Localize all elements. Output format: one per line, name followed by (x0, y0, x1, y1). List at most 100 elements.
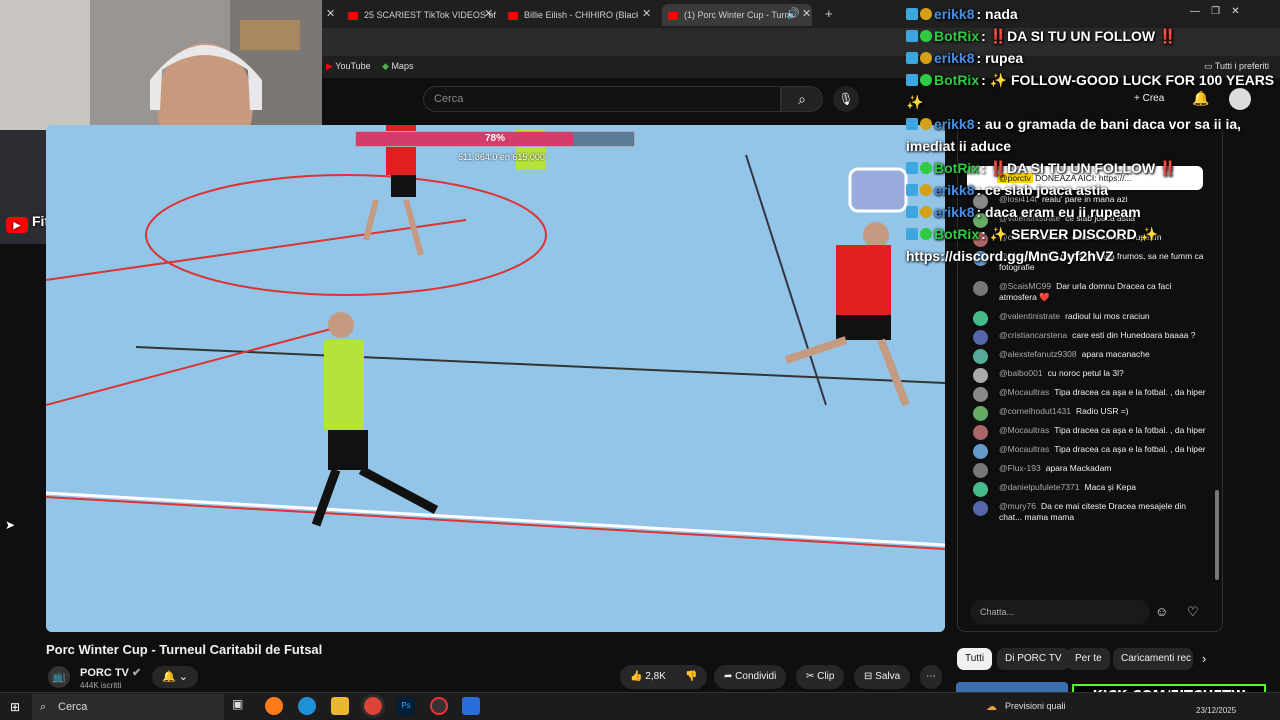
share-label: Condividi (735, 671, 777, 682)
chat-input[interactable]: Chatta... (970, 600, 1150, 624)
close-tab-icon[interactable]: ✕ (642, 4, 651, 24)
channel-name[interactable]: PORC TV ✔ (80, 666, 141, 679)
subscription-bell-button[interactable]: 🔔 ⌄ (152, 666, 198, 688)
firefox-icon[interactable] (265, 697, 283, 715)
kick-badge-icon (906, 206, 918, 218)
overlay-text: : nada (976, 6, 1018, 22)
chat-avatar[interactable] (973, 463, 988, 478)
more-actions-button[interactable]: ⋯ (920, 665, 942, 689)
clip-button[interactable]: ✂ Clip (796, 665, 845, 689)
tab-label: 25 SCARIEST TikTok VIDEOS of (364, 10, 496, 20)
chat-message: @alexstefanutz9308 apara macanache (967, 345, 1207, 364)
chat-username[interactable]: @Mocaultras (999, 387, 1049, 397)
recommended-thumbnail[interactable] (956, 682, 1068, 692)
chat-avatar[interactable] (973, 311, 988, 326)
app-icon[interactable] (462, 697, 480, 715)
chip-porc-tv[interactable]: Di PORC TV (997, 648, 1070, 670)
chat-avatar[interactable] (973, 482, 988, 497)
chat-message: @ScaisMC99 Dar urla domnu Dracea ca faci … (967, 277, 1207, 307)
chat-message: @balbo001 cu noroc petul la 3l? (967, 364, 1207, 383)
chat-avatar[interactable] (973, 387, 988, 402)
taskbar-search[interactable]: ⌕ Cerca (32, 694, 224, 720)
stream-chat-overlay: erikk8: nada BotRix: ‼️DA SI TU UN FOLLOW… (906, 3, 1276, 267)
overlay-username: erikk8 (934, 6, 975, 22)
overlay-username: BotRix (934, 226, 980, 242)
youtube-favicon-icon (668, 11, 678, 20)
tv-icon: 📺 (52, 671, 66, 683)
youtube-favicon-icon (508, 11, 518, 20)
video-title: Porc Winter Cup - Turneul Caritabil de F… (46, 642, 323, 657)
chat-message: @danielpufulete7371 Maca şi Kepa (967, 478, 1207, 497)
tab-scariest-tiktok[interactable]: 25 SCARIEST TikTok VIDEOS of (348, 4, 498, 26)
overlay-text: : rupea (976, 50, 1024, 66)
chip-recent-uploads[interactable]: Caricamenti rec (1113, 648, 1193, 670)
chip-all[interactable]: Tutti (957, 648, 993, 670)
chip-for-you[interactable]: Per te (1067, 648, 1110, 670)
emoji-icon[interactable]: ☺ (1155, 604, 1168, 619)
kick-badge-icon (906, 228, 918, 240)
overlay-chat-line: BotRix: ‼️DA SI TU UN FOLLOW ‼️ (906, 157, 1276, 179)
heart-icon[interactable]: ♡ (1187, 604, 1199, 620)
chat-scrollbar[interactable] (1215, 490, 1219, 580)
bookmark-youtube[interactable]: ▶ YouTube (326, 61, 371, 72)
clip-label: Clip (817, 671, 835, 682)
chat-username[interactable]: @balbo001 (999, 368, 1043, 378)
verified-icon: ✔ (131, 667, 142, 679)
speaker-icon[interactable]: 🔊 (786, 4, 800, 24)
chat-username[interactable]: @alexstefanutz9308 (999, 349, 1077, 359)
new-tab-button[interactable]: + (825, 4, 833, 24)
chat-username[interactable]: @cornelhodut1431 (999, 406, 1071, 416)
file-explorer-icon[interactable] (331, 697, 349, 715)
tray-weather-text[interactable]: Previsioni quali (1005, 701, 1066, 711)
tab-billie-eilish[interactable]: Billie Eilish - CHIHIRO (Black Co (508, 4, 638, 26)
like-button[interactable]: 👍 2,8K (620, 665, 676, 689)
chat-username[interactable]: @danielpufulete7371 (999, 482, 1079, 492)
chat-text: radioul lui mos craciun (1065, 311, 1150, 321)
chat-username[interactable]: @cristiancarstena (999, 330, 1067, 340)
bookmark-maps[interactable]: ◆ Maps (382, 61, 413, 72)
obs-icon[interactable] (430, 697, 448, 715)
chat-username[interactable]: @mury76 (999, 501, 1036, 511)
chat-username[interactable]: @ScaisMC99 (999, 281, 1051, 291)
chevron-right-icon[interactable]: › (1202, 651, 1206, 666)
overlay-chat-line: erikk8: rupea (906, 47, 1276, 69)
task-view-icon[interactable]: ▣ (232, 697, 250, 715)
share-button[interactable]: ➦ Condividi (714, 665, 787, 689)
chat-avatar[interactable] (973, 406, 988, 421)
chat-avatar[interactable] (973, 444, 988, 459)
chat-avatar[interactable] (973, 281, 988, 296)
chat-username[interactable]: @Mocaultras (999, 444, 1049, 454)
sub-badge-icon (920, 52, 932, 64)
close-tab-icon[interactable]: ✕ (802, 4, 811, 24)
close-tab-icon[interactable]: ✕ (326, 4, 335, 24)
chat-avatar[interactable] (973, 501, 988, 516)
search-button[interactable]: ⌕ (781, 86, 823, 112)
video-player[interactable] (46, 125, 945, 632)
chat-message: @mury76 Da ce mai citeste Dracea mesajele… (967, 497, 1207, 527)
channel-avatar[interactable]: 📺 (48, 666, 70, 688)
chat-username[interactable]: @Flux-193 (999, 463, 1041, 473)
dislike-button[interactable]: 👎 (675, 665, 708, 689)
scissors-icon: ✂ (806, 671, 815, 682)
chat-avatar[interactable] (973, 330, 988, 345)
taskbar-date[interactable]: 23/12/2025 (1196, 706, 1236, 715)
kick-badge-icon (906, 30, 918, 42)
save-button[interactable]: ⊟ Salva (854, 665, 911, 689)
overlay-chat-line: BotRix: ✨ SERVER DISCORD ✨ https://disco… (906, 223, 1276, 267)
chat-avatar[interactable] (973, 368, 988, 383)
sub-badge-icon (920, 184, 932, 196)
thumbs-up-icon: 👍 (630, 671, 643, 682)
edge-icon[interactable] (298, 697, 316, 715)
chat-avatar[interactable] (973, 425, 988, 440)
search-input[interactable]: Cerca (423, 86, 781, 112)
close-tab-icon[interactable]: ✕ (484, 4, 493, 24)
chat-avatar[interactable] (973, 349, 988, 364)
sub-badge-icon (920, 8, 932, 20)
chat-text: Tipa dracea ca aşa e la fotbal. , da hip… (1054, 425, 1206, 435)
chrome-icon[interactable] (361, 694, 385, 718)
voice-search-button[interactable]: 🎙 (833, 86, 859, 112)
windows-start-icon[interactable]: ⊞ (10, 700, 20, 714)
photoshop-icon[interactable]: Ps (397, 697, 415, 715)
chat-username[interactable]: @valentinistrate (999, 311, 1060, 321)
chat-username[interactable]: @Mocaultras (999, 425, 1049, 435)
